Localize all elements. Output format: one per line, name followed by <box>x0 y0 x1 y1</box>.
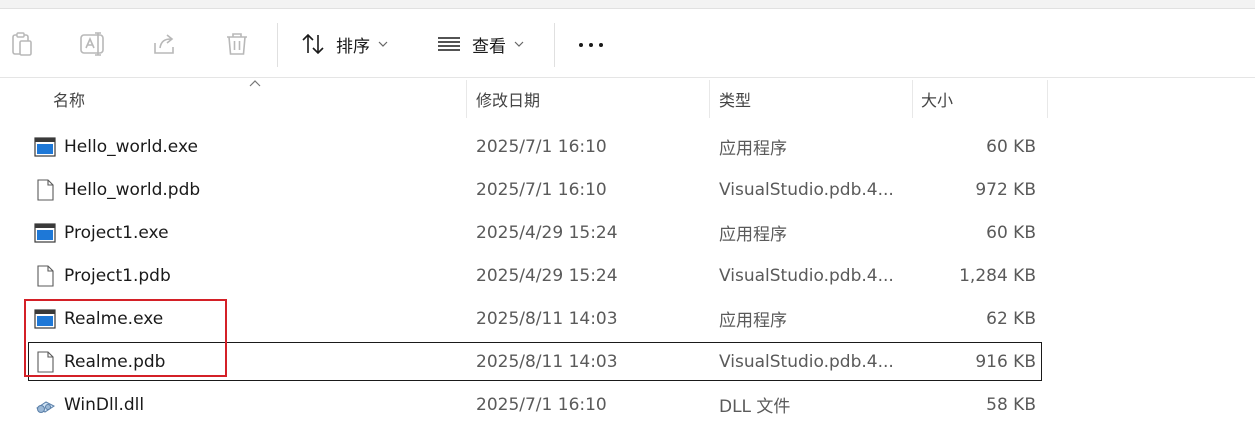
file-type: VisualStudio.pdb.4... <box>719 179 894 200</box>
delete-button[interactable] <box>223 27 251 61</box>
file-type: 应用程序 <box>719 225 787 245</box>
column-size[interactable]: 大小 <box>921 78 953 120</box>
column-name[interactable]: 名称 <box>53 78 85 120</box>
file-row[interactable]: Hello_world.pdb 2025/7/1 16:10 VisualStu… <box>28 170 1042 209</box>
sort-icon <box>302 33 324 55</box>
chevron-down-icon <box>514 41 524 47</box>
chevron-down-icon <box>378 41 388 47</box>
rename-button[interactable] <box>78 27 108 61</box>
column-type[interactable]: 类型 <box>719 78 751 120</box>
file-date: 2025/7/1 16:10 <box>476 394 607 415</box>
file-row[interactable]: Hello_world.exe 2025/7/1 16:10 应用程序 60 K… <box>28 127 1042 166</box>
column-date[interactable]: 修改日期 <box>476 78 540 120</box>
file-icon <box>37 179 54 201</box>
file-size: 972 KB <box>975 179 1036 200</box>
column-divider[interactable] <box>1047 80 1048 118</box>
file-type: VisualStudio.pdb.4... <box>719 351 894 372</box>
toolbar-separator <box>554 23 555 67</box>
file-type: DLL 文件 <box>719 397 791 417</box>
share-button[interactable] <box>151 27 179 61</box>
exe-icon <box>34 223 56 243</box>
file-name: Hello_world.pdb <box>64 179 201 200</box>
file-size: 60 KB <box>986 222 1036 243</box>
view-label: 查看 <box>472 36 506 57</box>
file-date: 2025/8/11 14:03 <box>476 351 618 372</box>
file-row[interactable]: WinDll.dll 2025/7/1 16:10 DLL 文件 58 KB <box>28 385 1042 424</box>
file-type: VisualStudio.pdb.4... <box>719 265 894 286</box>
file-size: 58 KB <box>986 394 1036 415</box>
command-bar: 排序 查看 <box>0 9 1255 78</box>
paste-button[interactable] <box>8 27 36 61</box>
file-type: 应用程序 <box>719 311 787 331</box>
toolbar-separator <box>277 23 278 67</box>
column-divider[interactable] <box>709 80 710 118</box>
file-date: 2025/8/11 14:03 <box>476 308 618 329</box>
delete-icon <box>227 33 247 55</box>
column-header: 名称 修改日期 类型 大小 <box>0 78 1255 120</box>
dll-icon <box>36 401 55 413</box>
view-button[interactable]: 查看 <box>436 27 524 61</box>
sort-button[interactable]: 排序 <box>300 27 388 61</box>
file-name: WinDll.dll <box>64 394 145 415</box>
file-date: 2025/7/1 16:10 <box>476 136 607 157</box>
file-date: 2025/4/29 15:24 <box>476 222 618 243</box>
sort-label: 排序 <box>336 36 370 57</box>
file-size: 60 KB <box>986 136 1036 157</box>
file-size: 916 KB <box>975 351 1036 372</box>
file-date: 2025/4/29 15:24 <box>476 265 618 286</box>
window-top-edge <box>0 0 1255 9</box>
file-size: 1,284 KB <box>959 265 1036 286</box>
view-list-icon <box>438 37 460 51</box>
file-row[interactable]: Project1.pdb 2025/4/29 15:24 VisualStudi… <box>28 256 1042 295</box>
file-row[interactable]: Project1.exe 2025/4/29 15:24 应用程序 60 KB <box>28 213 1042 252</box>
column-divider[interactable] <box>466 80 467 118</box>
more-options-button[interactable] <box>576 33 606 57</box>
file-icon <box>37 265 54 287</box>
paste-icon <box>12 32 32 56</box>
file-type: 应用程序 <box>719 139 787 159</box>
share-icon <box>154 34 174 54</box>
file-name: Project1.pdb <box>64 265 171 286</box>
file-size: 62 KB <box>986 308 1036 329</box>
exe-icon <box>34 137 56 157</box>
more-icon <box>579 43 583 47</box>
rename-icon <box>80 32 104 56</box>
highlight-annotation-box <box>24 299 227 377</box>
file-name: Project1.exe <box>64 222 169 243</box>
column-divider[interactable] <box>912 80 913 118</box>
file-name: Hello_world.exe <box>64 136 198 157</box>
file-date: 2025/7/1 16:10 <box>476 179 607 200</box>
